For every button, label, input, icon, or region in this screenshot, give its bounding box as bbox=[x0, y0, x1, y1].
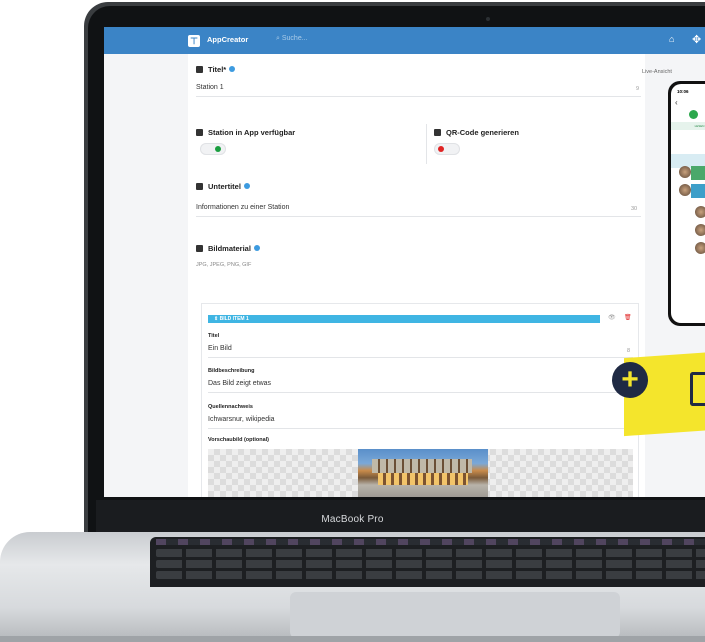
info-icon bbox=[229, 66, 236, 72]
back-arrow-icon: ‹ bbox=[675, 98, 678, 107]
key-row bbox=[156, 571, 705, 579]
divider bbox=[208, 428, 633, 429]
item-preview-label: Vorschaubild (optional) bbox=[208, 437, 270, 443]
lock-icon[interactable]: ⌂ bbox=[669, 34, 679, 44]
trackpad bbox=[290, 592, 620, 638]
trash-icon[interactable]: 🗑 bbox=[624, 314, 632, 321]
media-label: Bildmaterial bbox=[196, 244, 260, 253]
divider bbox=[426, 124, 427, 164]
live-preview-label: Live-Ansicht bbox=[642, 69, 672, 75]
field-icon bbox=[196, 245, 203, 252]
list-item bbox=[691, 184, 705, 198]
preview-image bbox=[358, 449, 488, 497]
avatar bbox=[695, 242, 705, 254]
station-form: Titel* Station 1 9 Station in App verfüg… bbox=[188, 54, 645, 497]
laptop-screen: ⊤ AppCreator ⌕ Suche... ⌂ ✥ Titel* Stati… bbox=[104, 27, 705, 497]
qr-label: QR-Code generieren bbox=[434, 128, 519, 137]
app-name: AppCreator bbox=[207, 35, 249, 44]
field-icon bbox=[196, 183, 203, 190]
qr-toggle[interactable] bbox=[434, 143, 460, 155]
info-icon bbox=[243, 183, 250, 189]
avatar bbox=[695, 206, 705, 218]
app-logo-icon bbox=[689, 110, 698, 119]
image-icon bbox=[690, 372, 705, 406]
camera-icon bbox=[486, 17, 490, 21]
move-icon[interactable]: ✥ bbox=[692, 33, 704, 46]
key-row bbox=[156, 560, 705, 568]
item-desc-label: Bildbeschreibung bbox=[208, 368, 255, 374]
avatar bbox=[695, 224, 705, 236]
divider bbox=[208, 357, 633, 358]
keyboard bbox=[150, 537, 705, 587]
divider bbox=[196, 216, 641, 217]
title-label: Titel* bbox=[196, 65, 236, 74]
avatar bbox=[679, 166, 691, 178]
phone-preview: 10:06 ‹ LESEN bbox=[668, 81, 705, 326]
item-desc-field[interactable]: Das Bild zeigt etwas bbox=[208, 380, 271, 387]
item-title-field[interactable]: Ein Bild bbox=[208, 345, 232, 352]
eye-icon[interactable]: 👁 bbox=[608, 314, 616, 321]
divider bbox=[208, 392, 633, 393]
item-title-label: Titel bbox=[208, 333, 220, 339]
subtitle-char-count: 30 bbox=[631, 206, 638, 212]
title-field[interactable]: Station 1 bbox=[196, 84, 224, 91]
available-toggle[interactable] bbox=[200, 143, 226, 155]
item-source-field[interactable]: Ichwarsnur, wikipedia bbox=[208, 416, 275, 423]
app-logo-icon: ⊤ bbox=[188, 35, 200, 47]
search-input[interactable]: ⌕ Suche... bbox=[276, 35, 308, 43]
field-icon bbox=[196, 66, 203, 73]
image-item-card: ⇕ BILD ITEM 1 👁 🗑 Titel Ein Bild 8 Bildb… bbox=[202, 304, 638, 497]
media-hint: JPG, JPEG, PNG, GIF bbox=[196, 262, 252, 268]
image-preview-area[interactable] bbox=[208, 449, 633, 497]
field-icon bbox=[434, 129, 441, 136]
plus-icon: + bbox=[612, 362, 648, 398]
avatar bbox=[679, 184, 691, 196]
item-title-count: 8 bbox=[627, 348, 631, 354]
key-row bbox=[156, 549, 705, 557]
divider bbox=[196, 96, 641, 97]
list-item bbox=[691, 166, 705, 180]
toggle-knob bbox=[438, 146, 444, 152]
search-placeholder: Suche... bbox=[281, 35, 308, 42]
app-header: ⊤ AppCreator ⌕ Suche... ⌂ ✥ bbox=[104, 27, 705, 54]
field-icon bbox=[196, 129, 203, 136]
available-label: Station in App verfügbar bbox=[196, 128, 295, 137]
phone-screen: 10:06 ‹ LESEN bbox=[671, 84, 705, 323]
phone-time: 10:06 bbox=[677, 89, 689, 94]
item-source-label: Quellennachweis bbox=[208, 404, 253, 410]
subtitle-field[interactable]: Informationen zu einer Station bbox=[196, 204, 289, 211]
image-item-header[interactable]: ⇕ BILD ITEM 1 bbox=[208, 315, 600, 323]
device-brand: MacBook Pro bbox=[321, 514, 384, 525]
item-header-label: BILD ITEM 1 bbox=[219, 316, 249, 322]
touch-bar bbox=[156, 539, 705, 545]
toggle-knob bbox=[215, 146, 221, 152]
subtitle-label: Untertitel bbox=[196, 182, 250, 191]
info-icon bbox=[253, 245, 260, 251]
phone-tab: LESEN bbox=[671, 122, 705, 130]
title-char-count: 9 bbox=[636, 86, 640, 92]
laptop-edge bbox=[0, 636, 705, 642]
